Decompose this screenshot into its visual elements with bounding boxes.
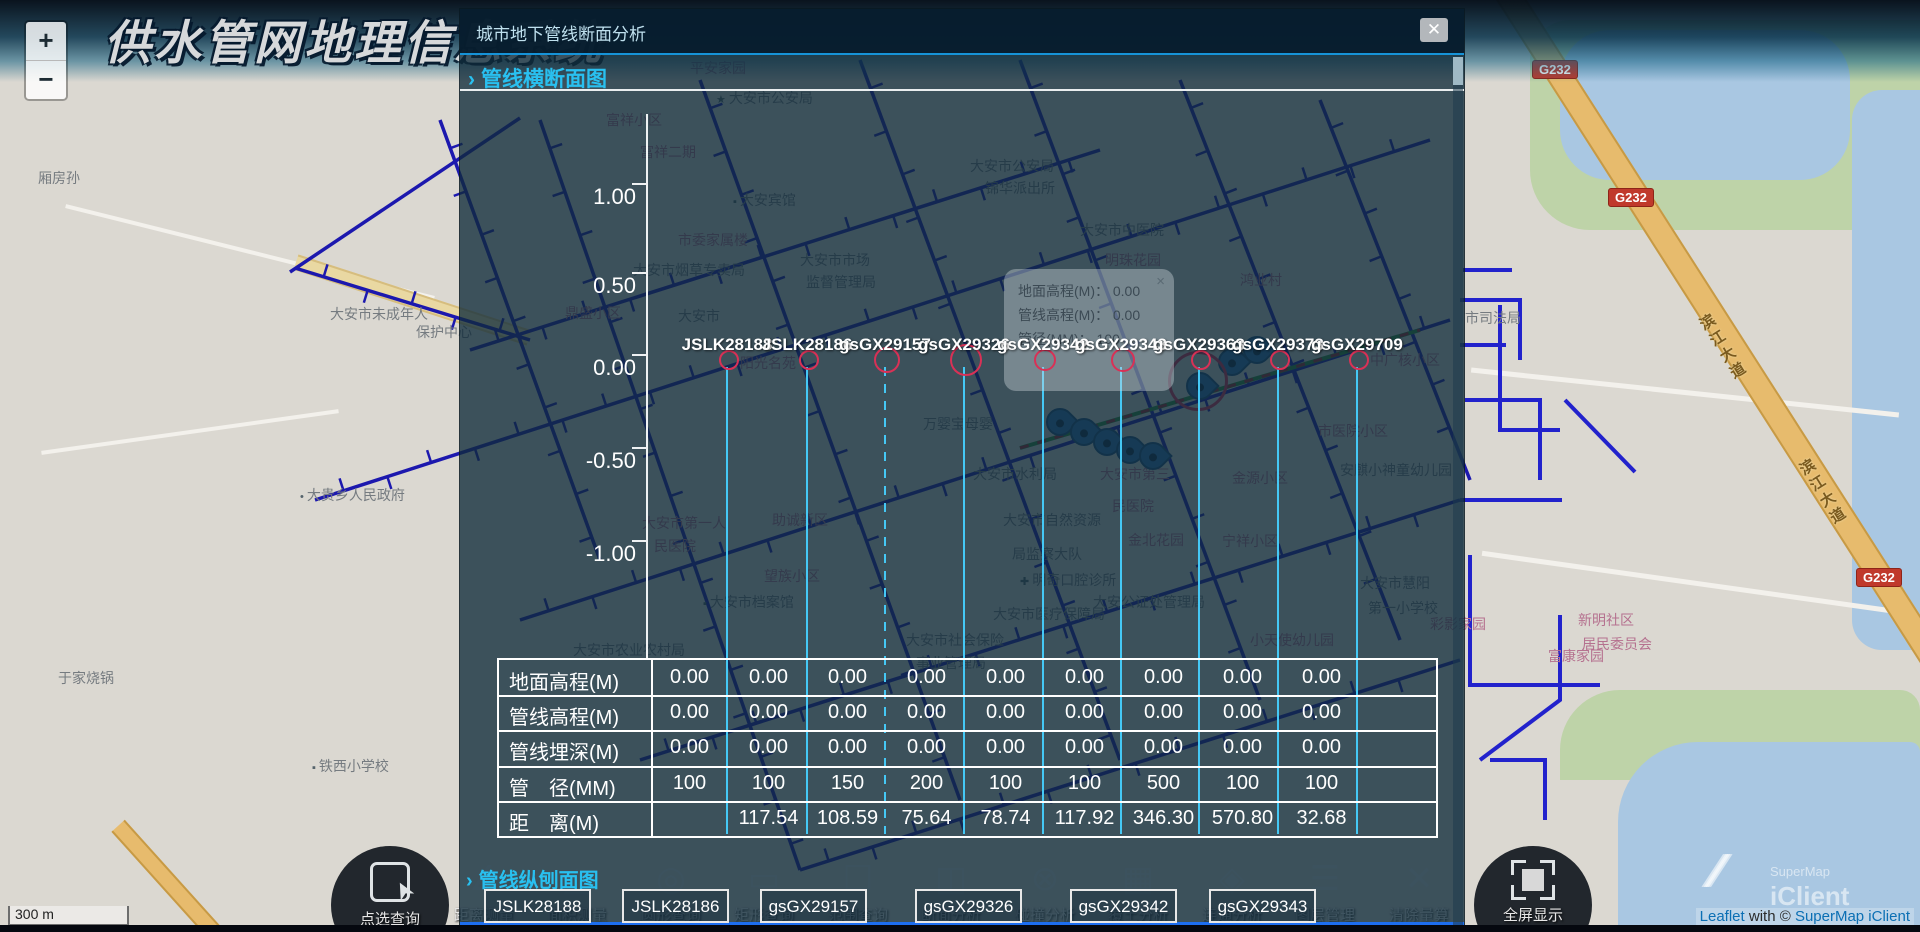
scrollbar-track[interactable] bbox=[1453, 55, 1463, 931]
table-cell: 78.74 bbox=[980, 807, 1030, 830]
table-cell: 0.00 bbox=[986, 736, 1025, 759]
table-cell: 100 bbox=[1305, 772, 1338, 795]
point-label: gsGX29326 bbox=[918, 335, 1010, 355]
pipe-button-gsGX29326[interactable]: gsGX29326 bbox=[915, 889, 1022, 923]
table-cell: 0.00 bbox=[986, 701, 1025, 724]
pipe-button-JSLK28188[interactable]: JSLK28188 bbox=[484, 889, 591, 923]
popup-row: 管线高程(M)： 0.00 bbox=[1018, 303, 1174, 327]
y-axis-tick bbox=[632, 354, 646, 356]
y-axis-tick bbox=[632, 540, 646, 542]
table-cell: 100 bbox=[1068, 772, 1101, 795]
toolbar-item-1[interactable]: ➤点选查询 bbox=[344, 858, 436, 929]
table-cell: 100 bbox=[673, 772, 706, 795]
table-cell: 0.00 bbox=[1223, 736, 1262, 759]
pipe-button-gsGX29342[interactable]: gsGX29342 bbox=[1070, 889, 1177, 923]
table-cell: 0.00 bbox=[1223, 666, 1262, 689]
table-cell: 500 bbox=[1147, 772, 1180, 795]
table-cell: 0.00 bbox=[1223, 701, 1262, 724]
table-cell: 0.00 bbox=[1302, 666, 1341, 689]
pipe-button-gsGX29157[interactable]: gsGX29157 bbox=[760, 889, 867, 923]
table-cell: 0.00 bbox=[1065, 666, 1104, 689]
table-row-label: 管线埋深(M) bbox=[509, 736, 649, 765]
table-cell: 75.64 bbox=[901, 807, 951, 830]
point-label: gsGX29157 bbox=[839, 335, 931, 355]
table-cell: 0.00 bbox=[749, 666, 788, 689]
chevron-right-icon: › bbox=[468, 68, 475, 91]
table-cell: 32.68 bbox=[1296, 807, 1346, 830]
map-popup: × 地面高程(M)： 0.00管线高程(M)： 0.00管径(MM)： 100 bbox=[1004, 269, 1174, 391]
table-row-label: 管 径(MM) bbox=[509, 772, 649, 801]
pipe-button-JSLK28186[interactable]: JSLK28186 bbox=[622, 889, 729, 923]
table-row-label: 地面高程(M) bbox=[509, 666, 649, 695]
table-cell: 0.00 bbox=[828, 736, 867, 759]
table-row-divider bbox=[499, 695, 1436, 697]
toolbar-item-13[interactable]: 全屏显示 bbox=[1487, 858, 1579, 925]
table-cell: 100 bbox=[1226, 772, 1259, 795]
y-axis-label: -1.00 bbox=[530, 541, 636, 567]
y-axis-tick bbox=[632, 447, 646, 449]
table-cell: 0.00 bbox=[1302, 736, 1341, 759]
table-cell: 0.00 bbox=[1144, 701, 1183, 724]
table-cell: 0.00 bbox=[749, 701, 788, 724]
y-axis-label: 1.00 bbox=[530, 184, 636, 210]
table-cell: 0.00 bbox=[1144, 666, 1183, 689]
point-label: gsGX29363 bbox=[1153, 335, 1245, 355]
point-label: gsGX29373 bbox=[1232, 335, 1324, 355]
table-cell: 0.00 bbox=[1065, 701, 1104, 724]
toolbar-label: 全屏显示 bbox=[1487, 904, 1579, 925]
table-label-divider bbox=[651, 660, 653, 836]
bottom-strip bbox=[0, 925, 1920, 932]
table-row-label: 距 离(M) bbox=[509, 807, 649, 836]
y-axis-tick bbox=[632, 183, 646, 185]
table-cell: 0.00 bbox=[1302, 701, 1341, 724]
scrollbar-thumb[interactable] bbox=[1453, 57, 1463, 85]
table-cell: 0.00 bbox=[828, 701, 867, 724]
popup-row: 地面高程(M)： 0.00 bbox=[1018, 279, 1174, 303]
y-axis-label: 0.00 bbox=[530, 355, 636, 381]
table-cell: 0.00 bbox=[749, 736, 788, 759]
chevron-right-icon: › bbox=[466, 870, 473, 892]
table-row-divider bbox=[499, 730, 1436, 732]
close-icon[interactable]: ✕ bbox=[1420, 18, 1448, 42]
table-cell: 570.80 bbox=[1212, 807, 1273, 830]
table-cell: 0.00 bbox=[670, 701, 709, 724]
table-cell: 108.59 bbox=[817, 807, 878, 830]
table-cell: 346.30 bbox=[1133, 807, 1194, 830]
table-row-divider bbox=[499, 766, 1436, 768]
table-row-divider bbox=[499, 801, 1436, 803]
point-select-icon: ➤ bbox=[370, 862, 410, 902]
table-cell: 117.92 bbox=[1055, 807, 1115, 830]
chart-y-axis bbox=[646, 114, 648, 659]
divider bbox=[460, 89, 1464, 91]
fullscreen-icon bbox=[1511, 860, 1555, 900]
cross-section-table: 地面高程(M) 0.00 0.00 0.00 0.00 0.00 0.00 0.00 0.00 0… bbox=[497, 658, 1438, 838]
table-cell: 100 bbox=[989, 772, 1022, 795]
y-axis-tick bbox=[632, 272, 646, 274]
table-row-label: 管线高程(M) bbox=[509, 701, 649, 730]
y-axis-label: 0.50 bbox=[530, 273, 636, 299]
table-cell: 0.00 bbox=[1065, 736, 1104, 759]
y-axis-label: -0.50 bbox=[530, 448, 636, 474]
table-cell: 0.00 bbox=[828, 666, 867, 689]
table-cell: 0.00 bbox=[907, 736, 946, 759]
table-cell: 150 bbox=[831, 772, 864, 795]
dialog-title: 城市地下管线断面分析 bbox=[476, 20, 646, 45]
point-label: JSLK28188 bbox=[682, 335, 773, 355]
table-cell: 0.00 bbox=[907, 666, 946, 689]
point-label: gsGX29709 bbox=[1311, 335, 1403, 355]
cross-section-dialog: 城市地下管线断面分析 ✕ ›管线横断面图 1.000.500.00-0.50-1… bbox=[459, 8, 1465, 932]
dialog-header[interactable]: 城市地下管线断面分析 ✕ bbox=[460, 9, 1464, 55]
popup-close-icon[interactable]: × bbox=[1156, 273, 1165, 290]
table-cell: 0.00 bbox=[1144, 736, 1183, 759]
pipe-button-gsGX29343[interactable]: gsGX29343 bbox=[1209, 889, 1316, 923]
table-cell: 0.00 bbox=[907, 701, 946, 724]
table-cell: 0.00 bbox=[670, 736, 709, 759]
table-cell: 0.00 bbox=[986, 666, 1025, 689]
screen: G232G232G232滨江大道滨江大道厢房孙大安市未成年人保护中心•大贵乡人民… bbox=[0, 0, 1920, 932]
table-cell: 0.00 bbox=[670, 666, 709, 689]
table-cell: 117.54 bbox=[739, 807, 799, 830]
table-cell: 200 bbox=[910, 772, 943, 795]
table-cell: 100 bbox=[752, 772, 785, 795]
